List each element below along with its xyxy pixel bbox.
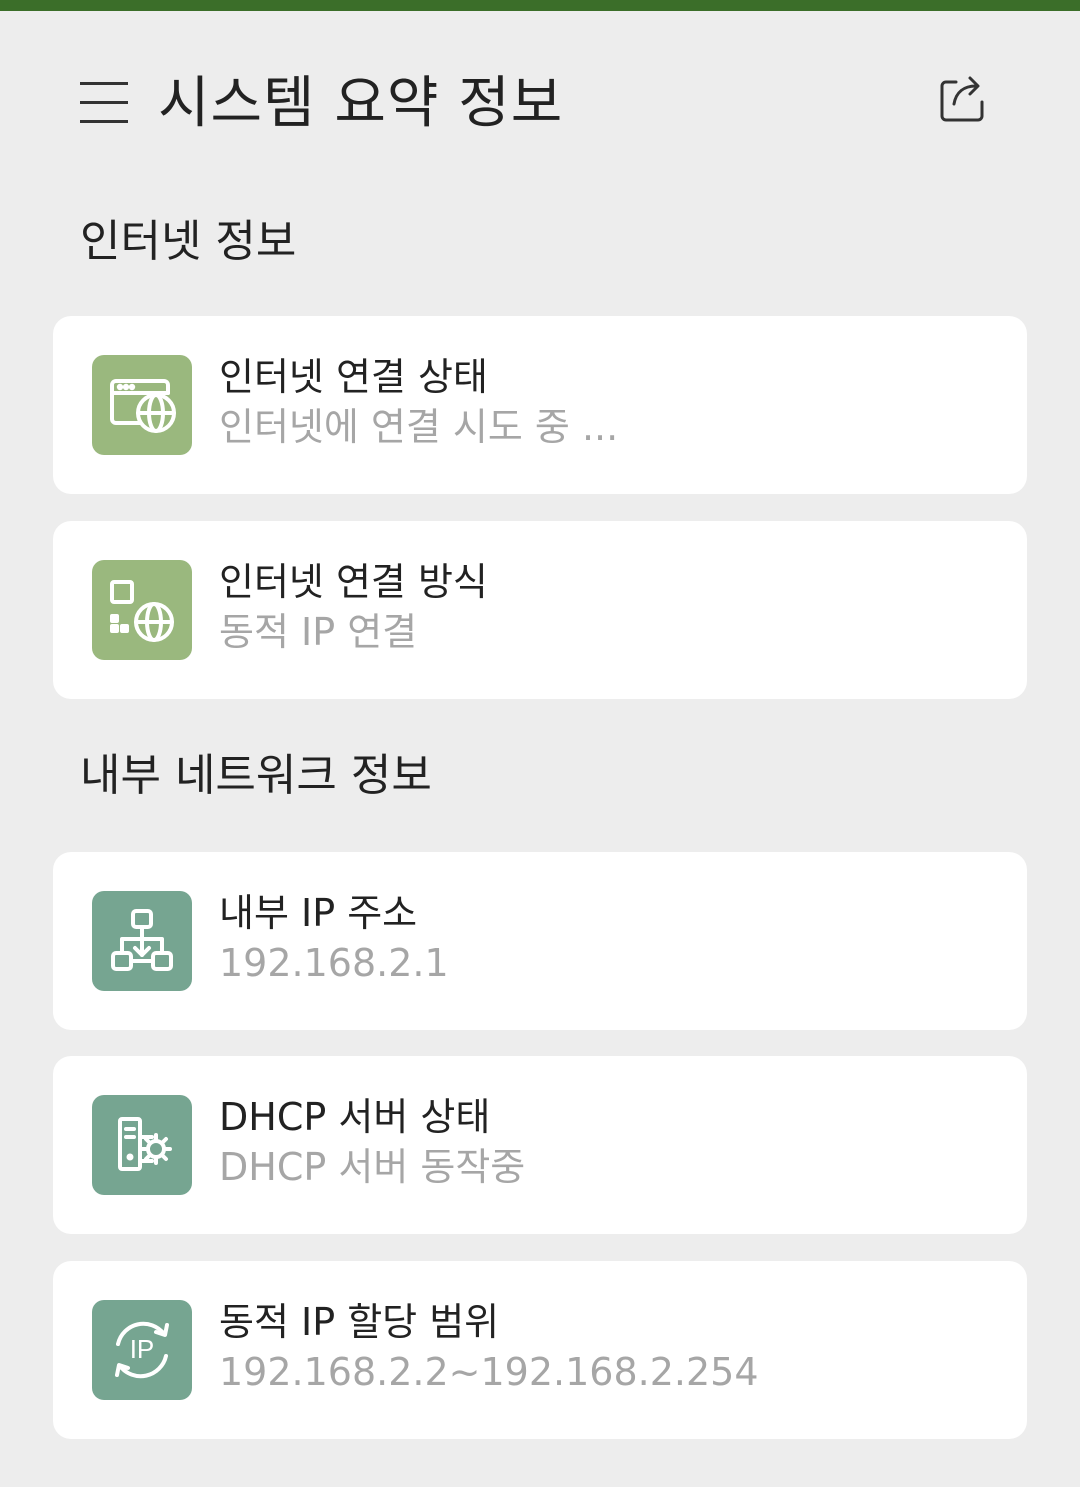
dhcp-status-title: DHCP 서버 상태 xyxy=(219,1095,491,1139)
internal-ip-title: 내부 IP 주소 xyxy=(219,891,418,935)
internal-ip-card[interactable]: 내부 IP 주소 192.168.2.1 xyxy=(53,852,1027,1030)
internet-status-value: 인터넷에 연결 시도 중 ... xyxy=(219,405,619,449)
status-strip xyxy=(0,0,1080,11)
browser-globe-icon xyxy=(92,355,192,455)
dhcp-status-card[interactable]: DHCP 서버 상태 DHCP 서버 동작중 xyxy=(53,1056,1027,1234)
internal-ip-value: 192.168.2.1 xyxy=(219,941,449,985)
page-title: 시스템 요약 정보 xyxy=(158,71,564,136)
network-hierarchy-icon xyxy=(92,891,192,991)
internet-status-card[interactable]: 인터넷 연결 상태 인터넷에 연결 시도 중 ... xyxy=(53,316,1027,494)
device-globe-icon xyxy=(92,560,192,660)
section-title-internet: 인터넷 정보 xyxy=(80,216,297,267)
dynamic-ip-range-card[interactable]: IP 동적 IP 할당 범위 192.168.2.2~192.168.2.254 xyxy=(53,1261,1027,1439)
hamburger-menu-icon[interactable] xyxy=(80,80,130,126)
dynamic-ip-range-value: 192.168.2.2~192.168.2.254 xyxy=(219,1350,759,1394)
dhcp-status-value: DHCP 서버 동작중 xyxy=(219,1145,526,1189)
svg-text:IP: IP xyxy=(130,1334,155,1364)
share-export-icon[interactable] xyxy=(936,72,988,124)
internet-method-value: 동적 IP 연결 xyxy=(219,610,418,654)
internet-method-card[interactable]: 인터넷 연결 방식 동적 IP 연결 xyxy=(53,521,1027,699)
section-title-internal-network: 내부 네트워크 정보 xyxy=(80,750,432,801)
internet-method-title: 인터넷 연결 방식 xyxy=(219,560,488,604)
ip-cycle-icon: IP xyxy=(92,1300,192,1400)
dynamic-ip-range-title: 동적 IP 할당 범위 xyxy=(219,1300,500,1344)
internet-status-title: 인터넷 연결 상태 xyxy=(219,355,488,399)
server-gear-icon xyxy=(92,1095,192,1195)
